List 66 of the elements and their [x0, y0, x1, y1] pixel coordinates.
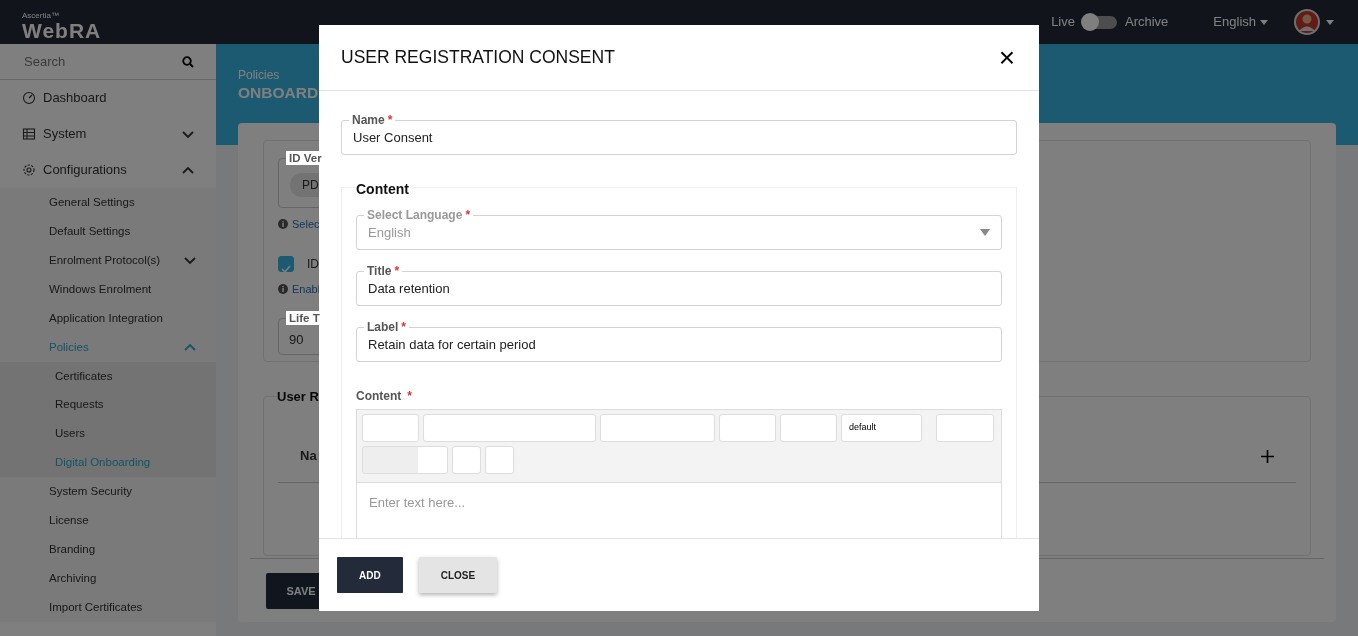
- chevron-down-icon[interactable]: [182, 129, 194, 139]
- sidebar-item[interactable]: Application Integration: [0, 304, 216, 333]
- close-button[interactable]: CLOSE: [418, 557, 498, 593]
- checkbox[interactable]: [278, 255, 294, 272]
- chevron-up-icon[interactable]: [182, 165, 194, 175]
- sidebar-item[interactable]: Requests: [0, 390, 216, 420]
- settings-icon: [22, 163, 36, 177]
- field-label: Content *: [356, 388, 413, 405]
- close-button[interactable]: ×: [996, 43, 1017, 72]
- chevron-up-icon[interactable]: [184, 343, 196, 352]
- avatar-icon[interactable]: [1294, 9, 1320, 35]
- modal-title: USER REGISTRATION CONSENT: [341, 46, 615, 70]
- sidebar-item[interactable]: Enrolment Protocol(s): [0, 246, 216, 275]
- search-icon[interactable]: [182, 55, 194, 68]
- hint-text: Enabl: [292, 281, 321, 297]
- toolbar-button[interactable]: [452, 446, 481, 474]
- add-button[interactable]: ADD: [337, 557, 403, 593]
- live-label: Live: [1051, 13, 1075, 32]
- dashboard-icon: [22, 91, 36, 105]
- search-field[interactable]: Search: [22, 50, 172, 73]
- sidebar-item[interactable]: Configurations: [0, 152, 216, 188]
- language-dropdown[interactable]: English: [1213, 12, 1268, 32]
- sidebar-item[interactable]: License: [0, 505, 216, 535]
- toolbar-button[interactable]: [600, 414, 715, 442]
- checkbox-label: ID: [307, 255, 319, 273]
- sidebar-item[interactable]: System Security: [0, 476, 216, 506]
- chevron-down-icon[interactable]: [184, 256, 196, 265]
- sidebar-item[interactable]: Certificates: [0, 362, 216, 391]
- caret-icon: [1260, 19, 1268, 25]
- breadcrumb-text: Policies: [238, 67, 281, 84]
- toolbar-button[interactable]: [362, 414, 419, 442]
- column-header: Na: [300, 447, 317, 466]
- sidebar-item[interactable]: Import Certificates: [0, 592, 216, 622]
- sidebar-item[interactable]: Branding: [0, 534, 216, 564]
- toolbar-button[interactable]: [936, 414, 994, 442]
- sidebar-item[interactable]: Default Settings: [0, 217, 216, 246]
- toolbar-button[interactable]: [719, 414, 776, 442]
- sidebar-item[interactable]: Windows Enrolment: [0, 275, 216, 304]
- toolbar-button[interactable]: [485, 446, 514, 474]
- caret-icon[interactable]: [1326, 19, 1334, 25]
- hint-text: Selec: [292, 217, 320, 232]
- sidebar-item[interactable]: General Settings: [0, 188, 216, 217]
- plus-icon[interactable]: [1261, 449, 1274, 463]
- color-picker[interactable]: [362, 446, 448, 474]
- sidebar-item[interactable]: Users: [0, 419, 216, 449]
- field-label: Title *: [364, 264, 403, 278]
- sidebar-item[interactable]: System: [0, 116, 216, 152]
- brand-logo: WebRA: [22, 19, 102, 41]
- field-label: Life T: [286, 311, 323, 325]
- field-label: Label *: [364, 320, 409, 334]
- archive-label: Archive: [1125, 13, 1169, 32]
- field-label: ID Ver: [286, 151, 325, 165]
- server-icon: [22, 127, 36, 141]
- brand-tagline: Ascertia™: [22, 11, 60, 20]
- caret-icon: [980, 229, 990, 236]
- field-label: Name *: [349, 113, 396, 127]
- info-icon: [278, 283, 288, 294]
- page-title: ONBOARD: [238, 84, 320, 102]
- toolbar-button[interactable]: [780, 414, 837, 442]
- sidebar-item[interactable]: Archiving: [0, 563, 216, 593]
- mode-toggle[interactable]: [1083, 15, 1117, 29]
- toolbar-button[interactable]: [423, 414, 596, 442]
- font-size-dropdown[interactable]: default: [841, 414, 922, 442]
- info-icon: [278, 219, 288, 230]
- sidebar-item[interactable]: Dashboard: [0, 80, 216, 116]
- field-label: Select Language *: [364, 208, 474, 222]
